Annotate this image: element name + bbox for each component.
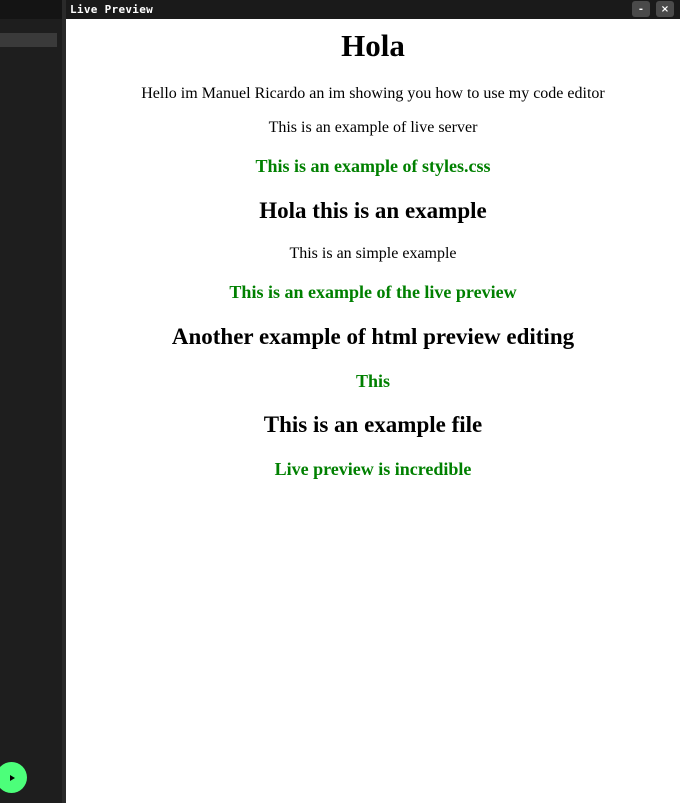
editor-app: Live Preview - × Hola Hello im Manuel Ri… xyxy=(0,0,680,803)
editor-panel xyxy=(0,0,62,803)
minimize-button[interactable]: - xyxy=(632,1,650,17)
play-icon xyxy=(9,774,15,781)
editor-topbar xyxy=(0,0,62,19)
intro-paragraph: Hello im Manuel Ricardo an im showing yo… xyxy=(141,85,605,102)
live-preview-titlebar[interactable]: Live Preview - × xyxy=(66,0,680,19)
run-button[interactable] xyxy=(0,762,27,793)
simple-example-paragraph: This is an simple example xyxy=(289,245,457,262)
incredible-heading: Live preview is incredible xyxy=(274,459,472,479)
live-server-paragraph: This is an example of live server xyxy=(268,119,478,136)
close-button[interactable]: × xyxy=(656,1,674,17)
window-title: Live Preview xyxy=(70,3,154,16)
preview-content: Hola Hello im Manuel Ricardo an im showi… xyxy=(66,19,680,803)
editing-heading: Another example of html preview editing xyxy=(171,324,575,349)
this-heading: This xyxy=(355,371,391,391)
editor-active-line[interactable] xyxy=(0,33,57,47)
styles-heading: This is an example of styles.css xyxy=(255,156,491,176)
live-preview-window: Live Preview - × Hola Hello im Manuel Ri… xyxy=(66,0,680,803)
example-heading: Hola this is an example xyxy=(259,198,487,223)
example-file-heading: This is an example file xyxy=(263,412,483,437)
page-heading: Hola xyxy=(341,28,405,63)
live-preview-heading: This is an example of the live preview xyxy=(229,282,517,302)
